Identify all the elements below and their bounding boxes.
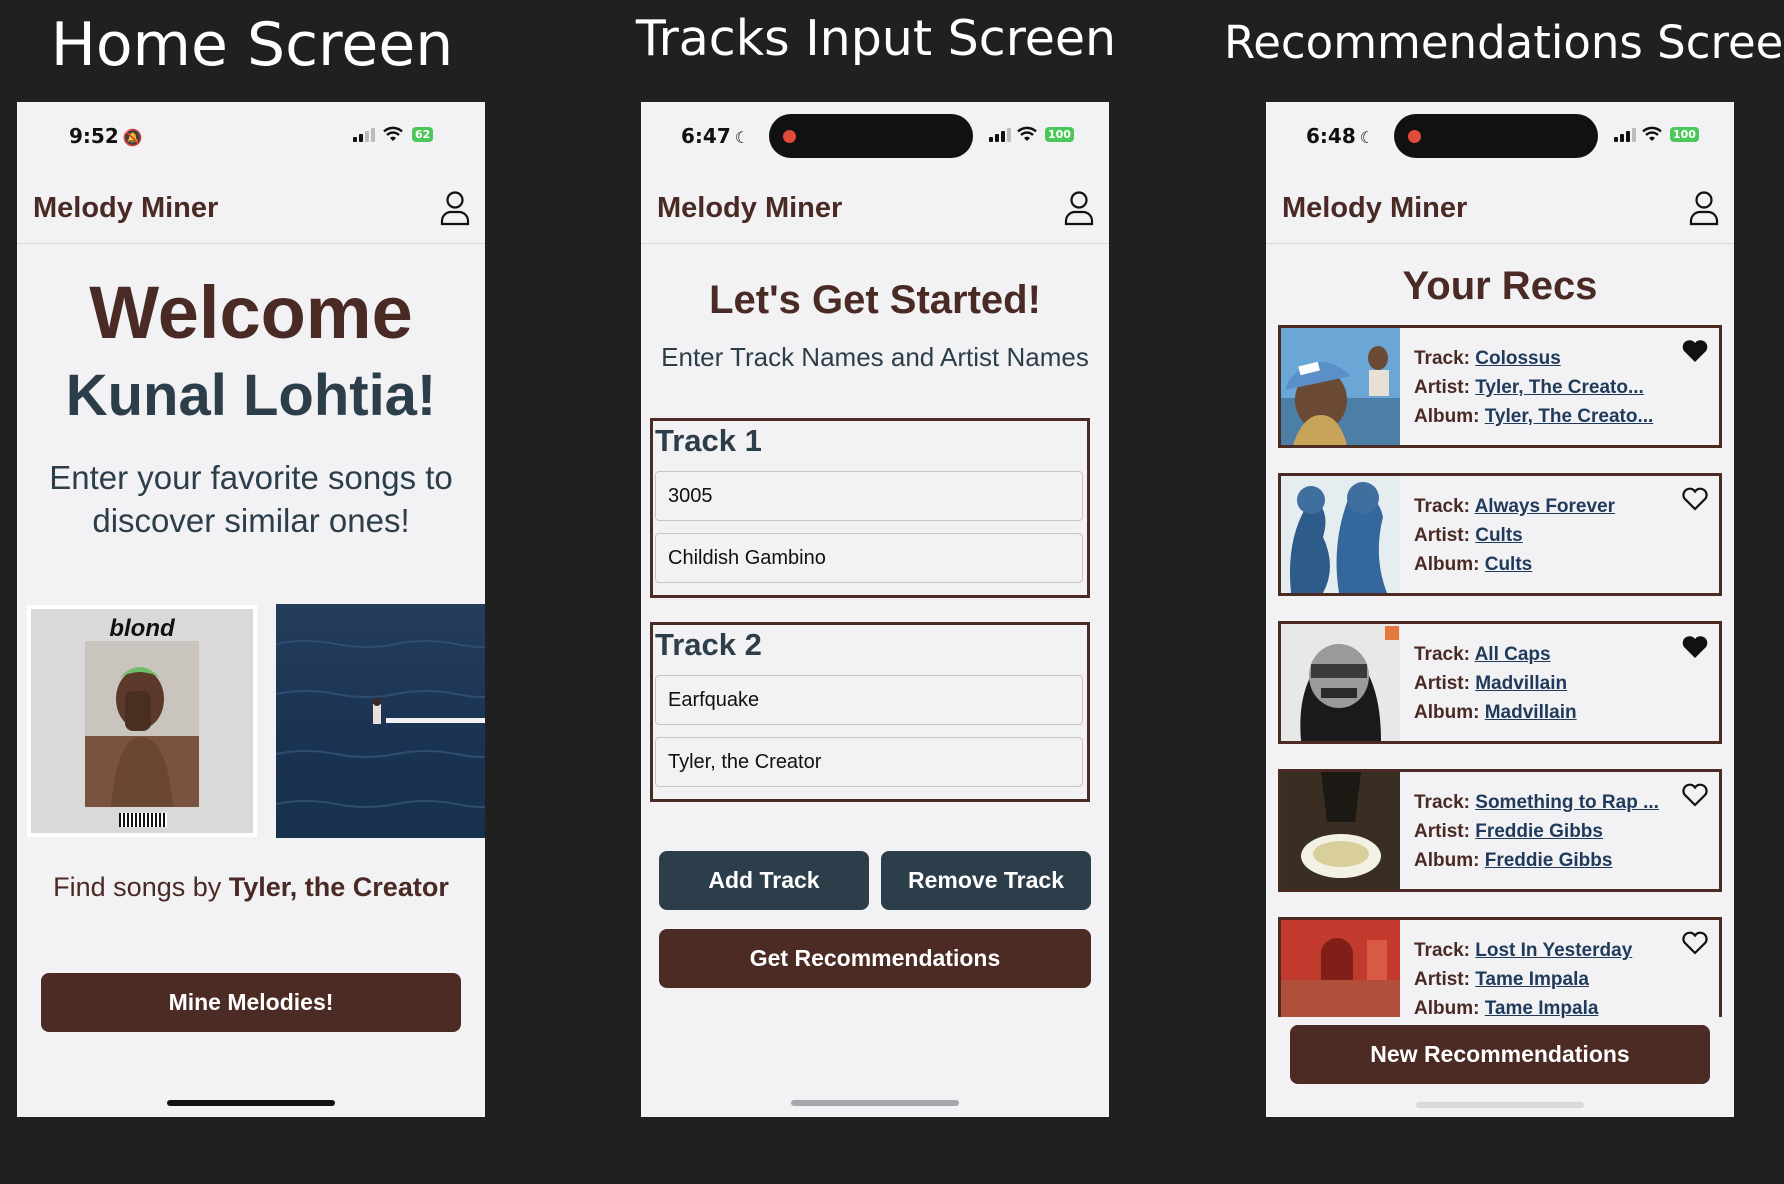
album-link[interactable]: Freddie Gibbs — [1485, 850, 1613, 871]
track-details: Track: Something to Rap ... Artist: Fred… — [1414, 792, 1659, 871]
battery-indicator: 62 — [412, 127, 434, 142]
artist-name-input[interactable] — [655, 533, 1083, 583]
user-name: Kunal Lohtia! — [65, 363, 437, 428]
track-card: Track 2 — [650, 622, 1090, 802]
wifi-icon — [1017, 126, 1037, 141]
battery-indicator: 100 — [1045, 127, 1074, 142]
album-photo — [85, 641, 199, 807]
app-header: Melody Miner — [641, 172, 1109, 244]
album-art — [1281, 476, 1400, 593]
artist-suggestion: Find songs by Tyler, the Creator — [53, 872, 449, 902]
app-header: Melody Miner — [1266, 172, 1734, 244]
recommendation-card[interactable]: Track: Always Forever Artist: Cults Albu… — [1278, 473, 1722, 596]
status-time: 9:52 🔕 — [69, 124, 143, 148]
add-track-button[interactable]: Add Track — [659, 851, 869, 910]
album-title: blond — [109, 615, 175, 642]
mine-melodies-button[interactable]: Mine Melodies! — [41, 973, 461, 1032]
recommendation-card[interactable]: Track: Colossus Artist: Tyler, The Creat… — [1278, 325, 1722, 448]
recommendations-screen: 6:48 ☾ 100 Melody Miner Your Recs Track: … — [1266, 102, 1734, 1117]
recording-indicator — [1408, 130, 1421, 143]
artist-link[interactable]: Madvillain — [1475, 673, 1567, 694]
home-indicator — [1416, 1102, 1584, 1108]
wifi-icon — [383, 126, 403, 141]
heart-filled-icon[interactable] — [1681, 634, 1709, 660]
album-link[interactable]: Cults — [1485, 554, 1533, 575]
artist-link[interactable]: Freddie Gibbs — [1475, 821, 1603, 842]
album-link[interactable]: Madvillain — [1485, 702, 1577, 723]
track-name-input[interactable] — [655, 675, 1083, 725]
artist-link[interactable]: Cults — [1475, 525, 1523, 546]
track-link[interactable]: Something to Rap ... — [1475, 792, 1659, 813]
recommendation-card[interactable]: Track: Lost In Yesterday Artist: Tame Im… — [1278, 917, 1722, 1019]
app-title: Melody Miner — [33, 192, 219, 224]
track-link[interactable]: Always Forever — [1475, 496, 1615, 517]
signal-icon — [989, 128, 1011, 142]
album-cover-sos[interactable] — [275, 604, 485, 838]
album-art — [1281, 624, 1400, 741]
recording-indicator — [783, 130, 796, 143]
status-time: 6:47 ☾ — [681, 124, 750, 148]
suggested-artist[interactable]: Tyler, the Creator — [229, 872, 449, 902]
track-link[interactable]: Lost In Yesterday — [1475, 940, 1632, 961]
status-bar: 9:52 🔕 62 — [17, 102, 485, 172]
heart-outline-icon[interactable] — [1681, 782, 1709, 808]
page-title: Let's Get Started! — [709, 278, 1041, 322]
app-title: Melody Miner — [1282, 192, 1468, 224]
track-link[interactable]: Colossus — [1475, 348, 1561, 369]
dynamic-island — [1394, 114, 1598, 158]
caption-recs: Recommendations Screen — [1224, 16, 1784, 69]
new-recommendations-button[interactable]: New Recommendations — [1290, 1025, 1710, 1084]
status-bar: 6:47 ☾ 100 — [641, 102, 1109, 172]
home-indicator — [167, 1100, 335, 1106]
track-heading: Track 2 — [655, 627, 762, 662]
app-header: Melody Miner — [17, 172, 485, 244]
barcode — [119, 813, 167, 827]
home-screen: 9:52 🔕 62 Melody Miner Welcome Kunal Loht… — [17, 102, 485, 1117]
track-details: Track: Always Forever Artist: Cults Albu… — [1414, 496, 1616, 575]
album-cover-blond[interactable]: blond — [27, 605, 257, 837]
caption-tracks: Tracks Input Screen — [635, 10, 1117, 67]
track-details: Track: Lost In Yesterday Artist: Tame Im… — [1414, 940, 1633, 1019]
profile-icon[interactable] — [439, 190, 471, 226]
album-link[interactable]: Tyler, The Creato... — [1485, 406, 1654, 427]
heart-outline-icon[interactable] — [1681, 486, 1709, 512]
home-subtitle: Enter your favorite songs to discover si… — [49, 459, 453, 539]
caption-home: Home Screen — [50, 10, 454, 80]
heart-outline-icon[interactable] — [1681, 930, 1709, 956]
heart-filled-icon[interactable] — [1681, 338, 1709, 364]
artist-link[interactable]: Tyler, The Creato... — [1475, 377, 1644, 398]
get-recommendations-button[interactable]: Get Recommendations — [659, 929, 1091, 988]
profile-icon[interactable] — [1063, 190, 1095, 226]
track-name-input[interactable] — [655, 471, 1083, 521]
signal-icon — [353, 128, 375, 142]
album-art — [1281, 772, 1400, 889]
battery-indicator: 100 — [1670, 127, 1699, 142]
home-indicator — [791, 1100, 959, 1106]
track-details: Track: All Caps Artist: Madvillain Album… — [1414, 644, 1577, 723]
remove-track-button[interactable]: Remove Track — [881, 851, 1091, 910]
album-art — [1281, 920, 1400, 1017]
signal-icon — [1614, 128, 1636, 142]
track-details: Track: Colossus Artist: Tyler, The Creat… — [1414, 348, 1654, 427]
album-photo — [275, 640, 485, 808]
page-subtitle: Enter Track Names and Artist Names — [661, 342, 1089, 372]
track-heading: Track 1 — [655, 423, 762, 458]
app-title: Melody Miner — [657, 192, 843, 224]
wifi-icon — [1642, 126, 1662, 141]
artist-name-input[interactable] — [655, 737, 1083, 787]
recommendation-card[interactable]: Track: Something to Rap ... Artist: Fred… — [1278, 769, 1722, 892]
album-link[interactable]: Tame Impala — [1485, 998, 1599, 1019]
album-art — [1281, 328, 1400, 445]
welcome-heading: Welcome — [89, 271, 413, 354]
recommendation-card[interactable]: Track: All Caps Artist: Madvillain Album… — [1278, 621, 1722, 744]
page-title: Your Recs — [1402, 264, 1598, 308]
artist-link[interactable]: Tame Impala — [1475, 969, 1589, 990]
track-card: Track 1 — [650, 418, 1090, 598]
profile-icon[interactable] — [1688, 190, 1720, 226]
track-link[interactable]: All Caps — [1475, 644, 1551, 665]
tracks-input-screen: 6:47 ☾ 100 Melody Miner Let's Get Started… — [641, 102, 1109, 1117]
status-time: 6:48 ☾ — [1306, 124, 1375, 148]
dynamic-island — [769, 114, 973, 158]
status-bar: 6:48 ☾ 100 — [1266, 102, 1734, 172]
